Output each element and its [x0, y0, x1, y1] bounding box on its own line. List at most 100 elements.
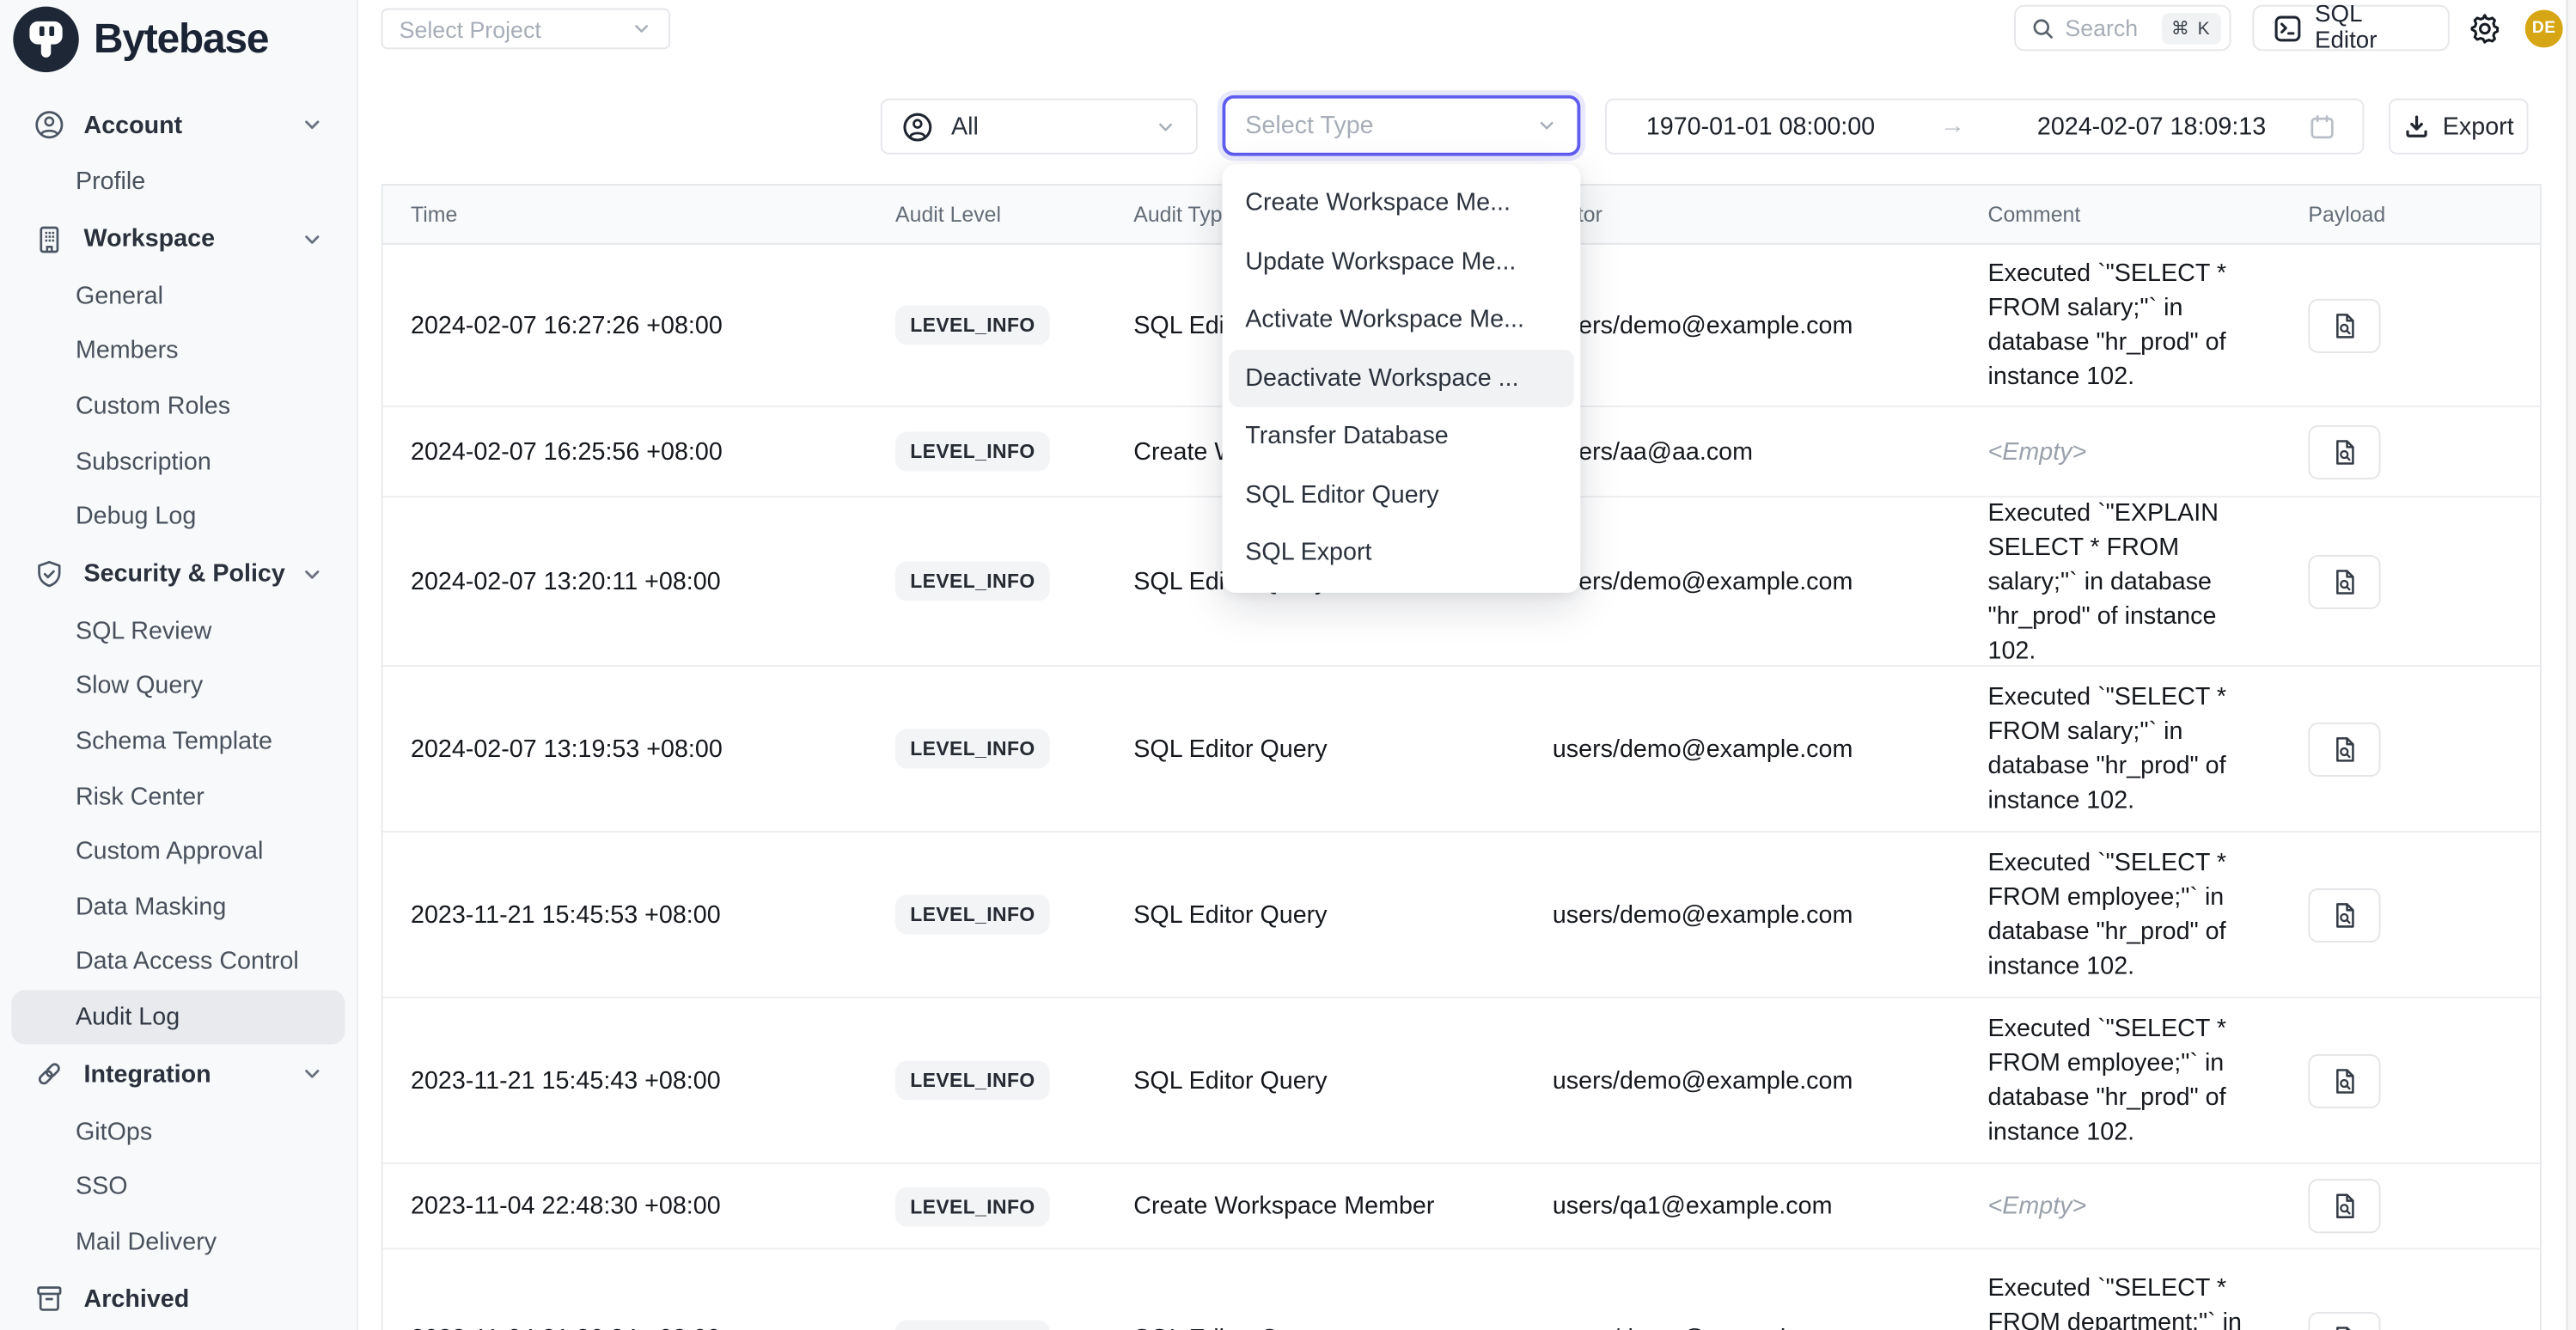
sidebar-section-security-policy[interactable]: Security & Policy — [0, 545, 357, 604]
sidebar-nav: Account Profile Workspace General Member… — [0, 95, 357, 1328]
row-actor: users/aa@aa.com — [1533, 407, 1969, 496]
sidebar-section-workspace[interactable]: Workspace — [0, 210, 357, 269]
archive-icon — [33, 1283, 65, 1315]
sidebar-section-integration[interactable]: Integration — [0, 1045, 357, 1104]
payload-view-button[interactable] — [2308, 1312, 2380, 1330]
row-actor: users/demo@example.com — [1533, 667, 1969, 831]
date-range-picker[interactable]: 1970-01-01 08:00:00 → 2024-02-07 18:09:1… — [1605, 99, 2364, 155]
actor-filter-select[interactable]: All — [881, 99, 1198, 155]
sql-editor-button[interactable]: SQL Editor — [2252, 5, 2449, 52]
payload-view-button[interactable] — [2308, 554, 2380, 608]
dropdown-item[interactable]: SQL Editor Query — [1229, 466, 1574, 524]
sidebar-item-audit-log[interactable]: Audit Log — [11, 990, 345, 1045]
file-search-icon — [2330, 437, 2359, 465]
bytebase-logo-icon — [13, 7, 78, 72]
payload-view-button[interactable] — [2308, 888, 2380, 942]
row-time: 2024-02-07 16:25:56 +08:00 — [382, 407, 876, 496]
row-comment: Executed `"SELECT * FROM department;"` i… — [1969, 1249, 2297, 1330]
type-filter-select[interactable]: Select Type — [1223, 95, 1581, 156]
row-time: 2023-11-04 21:26:34 +08:00 — [382, 1249, 876, 1330]
sidebar-section-archived[interactable]: Archived — [0, 1269, 357, 1328]
gear-icon[interactable] — [2468, 11, 2502, 46]
sidebar-item-schema-template[interactable]: Schema Template — [0, 714, 357, 769]
row-actor: users/qa1@example.com — [1533, 1164, 1969, 1248]
file-search-icon — [2330, 1066, 2359, 1094]
table-row: 2023-11-04 22:48:30 +08:00 LEVEL_INFO Cr… — [382, 1164, 2539, 1249]
sidebar-item-data-access-control[interactable]: Data Access Control — [0, 935, 357, 990]
file-search-icon — [2330, 1192, 2359, 1219]
sidebar-item-members[interactable]: Members — [0, 324, 357, 379]
payload-view-button[interactable] — [2308, 298, 2380, 352]
search-input[interactable]: Search ⌘ K — [2014, 5, 2231, 52]
row-audit-type: SQL Editor Query — [1114, 998, 1533, 1162]
payload-view-button[interactable] — [2308, 1179, 2380, 1233]
row-time: 2023-11-21 15:45:53 +08:00 — [382, 833, 876, 997]
row-audit-type: SQL Editor Query — [1114, 667, 1533, 831]
dropdown-item[interactable]: Deactivate Workspace ... — [1229, 349, 1574, 407]
sidebar-item-custom-approval[interactable]: Custom Approval — [0, 824, 357, 879]
chevron-down-icon — [631, 18, 652, 40]
type-filter-dropdown: Create Workspace Me... Update Workspace … — [1223, 164, 1581, 592]
dropdown-item[interactable]: Transfer Database — [1229, 407, 1574, 466]
dropdown-item[interactable]: Create Workspace Me... — [1229, 174, 1574, 233]
dropdown-item[interactable]: Update Workspace Me... — [1229, 232, 1574, 290]
audit-level-badge: LEVEL_INFO — [895, 1187, 1050, 1226]
row-audit-type: SQL Editor Query — [1114, 1249, 1533, 1330]
sidebar-item-sso[interactable]: SSO — [0, 1159, 357, 1214]
sidebar-item-gitops[interactable]: GitOps — [0, 1104, 357, 1159]
payload-view-button[interactable] — [2308, 722, 2380, 776]
column-header-time: Time — [382, 186, 876, 243]
row-actor: users/demo@example.com — [1533, 1249, 1969, 1330]
file-search-icon — [2330, 567, 2359, 595]
audit-level-badge: LEVEL_INFO — [895, 562, 1050, 601]
bytebase-logo[interactable]: Bytebase — [13, 7, 268, 72]
row-time: 2024-02-07 13:20:11 +08:00 — [382, 497, 876, 665]
sidebar-item-risk-center[interactable]: Risk Center — [0, 769, 357, 824]
sidebar-item-data-masking[interactable]: Data Masking — [0, 879, 357, 934]
file-search-icon — [2330, 735, 2359, 762]
payload-view-button[interactable] — [2308, 1053, 2380, 1107]
file-search-icon — [2330, 1325, 2359, 1330]
sidebar-item-general[interactable]: General — [0, 269, 357, 324]
sidebar-item-slow-query[interactable]: Slow Query — [0, 659, 357, 714]
table-row: 2024-02-07 13:19:53 +08:00 LEVEL_INFO SQ… — [382, 667, 2539, 833]
row-time: 2024-02-07 13:19:53 +08:00 — [382, 667, 876, 831]
sidebar: Bytebase Account Profile Workspace Gener… — [0, 0, 358, 1330]
sidebar-item-mail-delivery[interactable]: Mail Delivery — [0, 1214, 357, 1269]
column-header-audit-level: Audit Level — [876, 186, 1114, 243]
type-filter-placeholder: Select Type — [1245, 112, 1373, 139]
export-button[interactable]: Export — [2389, 99, 2529, 155]
actor-filter-value: All — [951, 113, 979, 140]
chevron-down-icon — [301, 113, 324, 137]
row-actor: users/demo@example.com — [1533, 998, 1969, 1162]
row-time: 2023-11-21 15:45:43 +08:00 — [382, 998, 876, 1162]
building-icon — [33, 223, 65, 255]
link-icon — [33, 1058, 65, 1090]
sidebar-item-custom-roles[interactable]: Custom Roles — [0, 379, 357, 434]
audit-log-page: Bytebase Account Profile Workspace Gener… — [0, 0, 2576, 1330]
terminal-icon — [2274, 14, 2302, 41]
dropdown-item[interactable]: Activate Workspace Me... — [1229, 290, 1574, 349]
sidebar-item-profile[interactable]: Profile — [0, 155, 357, 210]
column-header-comment: Comment — [1969, 186, 2297, 243]
sidebar-item-subscription[interactable]: Subscription — [0, 434, 357, 489]
sidebar-section-account[interactable]: Account — [0, 95, 357, 155]
dropdown-item[interactable]: SQL Export — [1229, 524, 1574, 583]
row-comment: Executed `"SELECT * FROM employee;"` in … — [1969, 998, 2297, 1162]
logo-text: Bytebase — [94, 15, 268, 63]
vertical-scrollbar[interactable] — [2567, 0, 2576, 1330]
sidebar-item-debug-log[interactable]: Debug Log — [0, 489, 357, 544]
person-circle-icon — [902, 111, 933, 142]
audit-level-badge: LEVEL_INFO — [895, 1320, 1050, 1330]
chevron-down-icon — [301, 228, 324, 251]
payload-view-button[interactable] — [2308, 424, 2380, 479]
user-avatar[interactable]: DE — [2525, 9, 2563, 47]
project-select[interactable]: Select Project — [382, 9, 671, 50]
file-search-icon — [2330, 900, 2359, 928]
table-row: 2023-11-21 15:45:53 +08:00 LEVEL_INFO SQ… — [382, 833, 2539, 998]
chevron-down-icon — [301, 1063, 324, 1086]
row-comment: <Empty> — [1969, 1164, 2297, 1248]
row-comment: Executed `"SELECT * FROM salary;"` in da… — [1969, 667, 2297, 831]
row-comment: Executed `"EXPLAIN SELECT * FROM salary;… — [1969, 497, 2297, 665]
sidebar-item-sql-review[interactable]: SQL Review — [0, 603, 357, 658]
